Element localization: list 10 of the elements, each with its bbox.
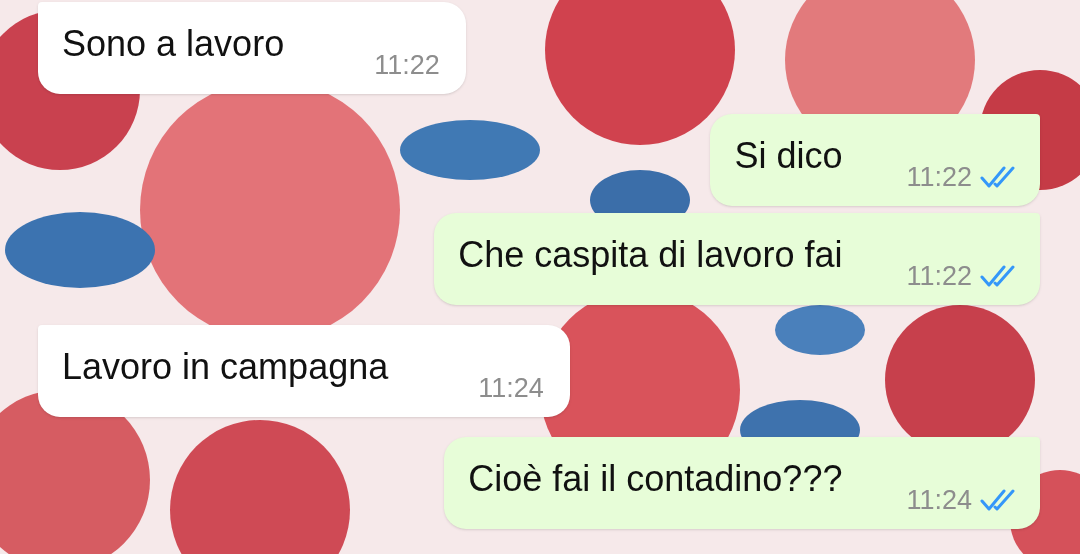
message-text: Cioè fai il contadino??? bbox=[468, 459, 843, 499]
message-time: 11:24 bbox=[906, 485, 972, 515]
message-text: Sono a lavoro bbox=[62, 24, 285, 64]
message-time: 11:22 bbox=[906, 162, 972, 192]
message-text: Lavoro in campagna bbox=[62, 347, 389, 387]
message-time: 11:22 bbox=[374, 50, 440, 80]
message-time: 11:24 bbox=[478, 373, 544, 403]
message-time: 11:22 bbox=[906, 261, 972, 291]
message-text: Che caspita di lavoro fai bbox=[458, 235, 843, 275]
message-text: Si dico bbox=[734, 136, 843, 176]
